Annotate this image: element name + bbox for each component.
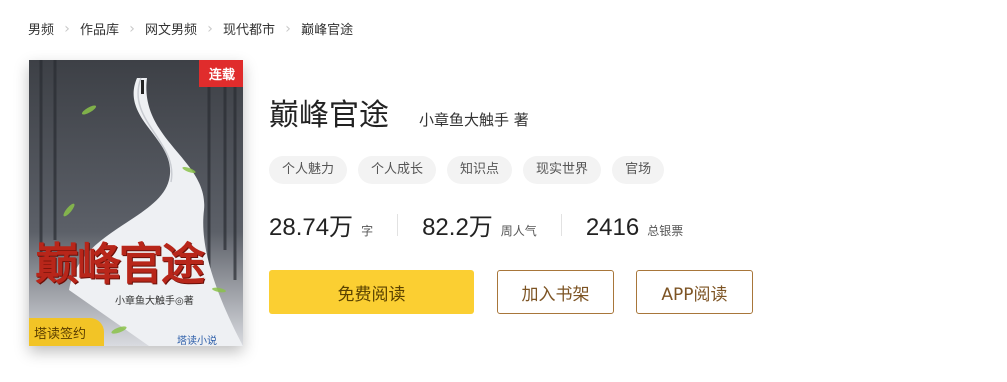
tag-item[interactable]: 知识点: [447, 156, 513, 184]
stat-weekly-popularity: 82.2万 周人气: [422, 207, 537, 242]
stat-value: 82.2万: [422, 214, 493, 241]
book-title: 巅峰官途: [269, 98, 389, 133]
divider: [397, 213, 399, 236]
title-row: 巅峰官途 小章鱼大触手 著: [269, 90, 529, 134]
signed-label: 塔读签约: [29, 318, 105, 346]
stat-value: 2416: [585, 214, 640, 241]
app-read-button[interactable]: APP阅读: [636, 270, 753, 314]
chevron-right-icon: ›: [207, 20, 213, 37]
cover-title-art: 巅峰官途: [35, 239, 205, 290]
stat-total-tickets: 2416 总银票: [586, 214, 683, 242]
stat-unit: 周人气: [500, 224, 537, 238]
divider: [560, 213, 562, 236]
author-name[interactable]: 小章鱼大触手 著: [419, 109, 529, 130]
tag-list: 个人魅力 个人成长 知识点 现实世界 官场: [269, 156, 665, 184]
breadcrumb-item-web-male[interactable]: 网文男频: [145, 19, 197, 38]
breadcrumb-item-urban[interactable]: 现代都市: [223, 19, 275, 38]
tag-item[interactable]: 现实世界: [523, 156, 602, 184]
chevron-right-icon: ›: [285, 20, 291, 37]
free-read-button[interactable]: 免费阅读: [269, 270, 474, 314]
cover-author: 小章鱼大触手◎著: [115, 296, 194, 307]
book-cover[interactable]: 巅峰官途 小章鱼大触手◎著 塔读小说 连载 塔读签约: [29, 60, 243, 346]
breadcrumb: 男频 › 作品库 › 网文男频 › 现代都市 › 巅峰官途: [28, 19, 354, 39]
stat-word-count: 28.74万 字: [269, 207, 373, 242]
breadcrumb-item-library[interactable]: 作品库: [80, 19, 119, 38]
breadcrumb-item-current: 巅峰官途: [301, 23, 354, 38]
stats-row: 28.74万 字 82.2万 周人气 2416 总银票: [269, 207, 683, 242]
tag-item[interactable]: 个人魅力: [269, 156, 348, 184]
chevron-right-icon: ›: [64, 20, 70, 37]
tag-item[interactable]: 官场: [612, 156, 665, 184]
breadcrumb-item-male[interactable]: 男频: [28, 19, 54, 38]
stat-value: 28.74万: [269, 214, 354, 241]
stat-unit: 字: [361, 224, 374, 238]
stat-unit: 总银票: [647, 224, 684, 238]
tag-item[interactable]: 个人成长: [358, 156, 437, 184]
add-to-shelf-button[interactable]: 加入书架: [497, 270, 614, 314]
serial-status-badge: 连载: [198, 60, 243, 87]
cover-publisher: 塔读小说: [177, 336, 217, 346]
chevron-right-icon: ›: [129, 20, 135, 37]
